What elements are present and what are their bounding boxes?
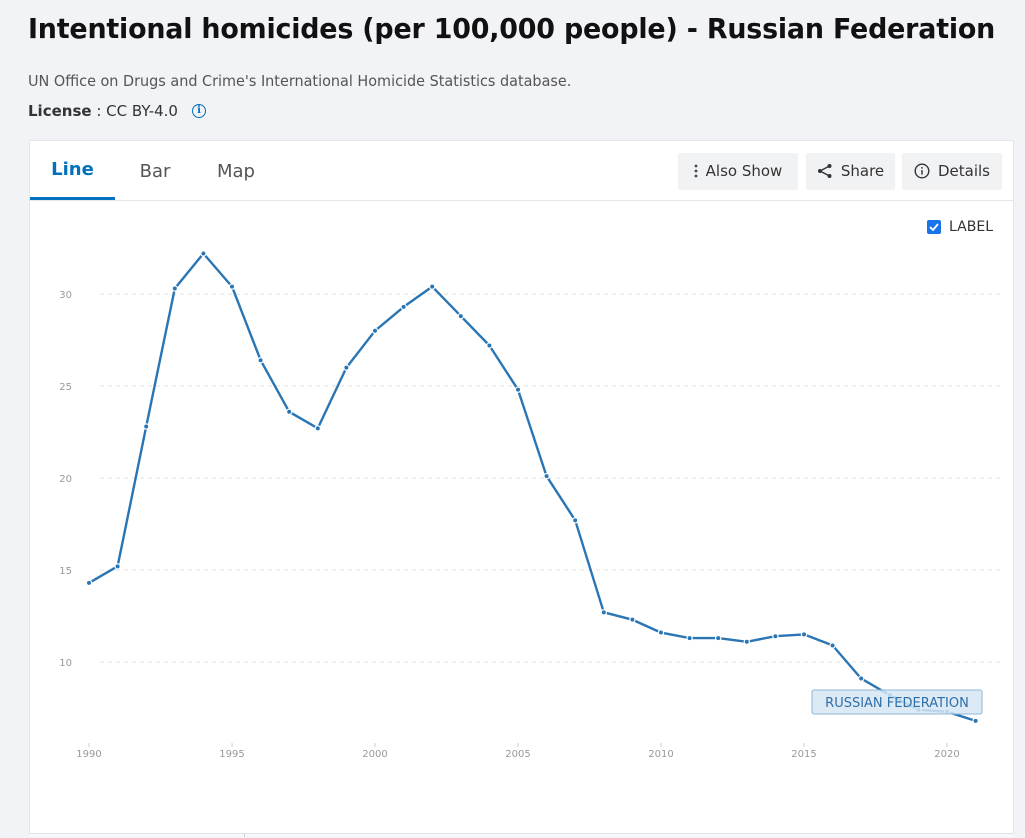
series-points bbox=[85, 250, 979, 725]
data-point-2017[interactable] bbox=[858, 675, 865, 682]
data-point-2009[interactable] bbox=[629, 616, 636, 623]
data-point-2015[interactable] bbox=[800, 631, 808, 638]
series-label[interactable]: RUSSIAN FEDERATION bbox=[811, 689, 983, 715]
y-tick-label: 30 bbox=[59, 290, 72, 301]
license-line: License : CC BY-4.0 i bbox=[28, 102, 206, 120]
data-point-1990[interactable] bbox=[85, 579, 93, 587]
series-line-russian-federation bbox=[88, 252, 976, 723]
info-icon[interactable]: i bbox=[191, 104, 206, 118]
data-point-1992[interactable] bbox=[142, 423, 150, 430]
source-description: UN Office on Drugs and Crime's Internati… bbox=[28, 72, 572, 90]
license-value: CC BY-4.0 bbox=[106, 102, 178, 120]
data-point-2000[interactable] bbox=[371, 327, 379, 334]
data-point-2012[interactable] bbox=[715, 634, 722, 642]
y-tick-label: 10 bbox=[59, 658, 72, 669]
x-tick-label: 2005 bbox=[505, 749, 530, 760]
data-point-1991[interactable] bbox=[114, 563, 121, 570]
grid-lines bbox=[100, 293, 1002, 663]
series-label-text: RUSSIAN FEDERATION bbox=[825, 696, 969, 711]
data-point-2021[interactable] bbox=[972, 717, 979, 725]
x-tick-label: 2015 bbox=[791, 749, 816, 760]
page-title: Intentional homicides (per 100,000 peopl… bbox=[28, 12, 996, 45]
data-point-2002[interactable] bbox=[429, 283, 436, 290]
x-tick-label: 1990 bbox=[76, 749, 101, 760]
data-point-2005[interactable] bbox=[514, 386, 522, 393]
line-chart: 1015202530 1990 1995 2000 2005 2010 2015 2020 … bbox=[59, 250, 1002, 760]
data-point-2001[interactable] bbox=[400, 303, 407, 311]
license-label: License bbox=[28, 102, 92, 120]
data-point-2008[interactable] bbox=[600, 609, 608, 616]
y-tick-label: 20 bbox=[59, 474, 72, 485]
data-point-1994[interactable] bbox=[200, 250, 207, 257]
card-footer bbox=[29, 833, 1014, 837]
y-tick-label: 25 bbox=[59, 382, 72, 393]
x-axis-ticks: 1990 1995 2000 2005 2010 2015 2020 bbox=[76, 743, 960, 760]
data-point-1998[interactable] bbox=[314, 425, 321, 432]
data-point-2014[interactable] bbox=[772, 633, 779, 640]
data-point-2016[interactable] bbox=[829, 642, 836, 649]
y-axis-ticks: 10 15 20 25 30 bbox=[59, 290, 72, 669]
data-point-1993[interactable] bbox=[171, 285, 178, 292]
data-point-2006[interactable] bbox=[543, 472, 550, 480]
data-point-1995[interactable] bbox=[228, 283, 236, 290]
data-point-1997[interactable] bbox=[286, 408, 293, 415]
data-point-2011[interactable] bbox=[686, 634, 693, 642]
license-separator: : bbox=[91, 102, 107, 120]
data-point-1999[interactable] bbox=[343, 364, 350, 371]
x-tick-label: 2020 bbox=[934, 749, 959, 760]
x-tick-label: 2000 bbox=[362, 749, 387, 760]
data-point-1996[interactable] bbox=[257, 357, 264, 364]
chart-card: Line Bar Map Also Show Share Details LAB… bbox=[29, 140, 1014, 837]
x-tick-label: 2010 bbox=[648, 749, 673, 760]
data-point-2007[interactable] bbox=[572, 517, 579, 524]
y-tick-label: 15 bbox=[59, 566, 72, 577]
data-point-2003[interactable] bbox=[457, 312, 464, 320]
data-point-2010[interactable] bbox=[657, 629, 665, 636]
x-tick-label: 1995 bbox=[219, 749, 244, 760]
data-point-2004[interactable] bbox=[486, 342, 493, 349]
data-point-2013[interactable] bbox=[743, 638, 751, 645]
